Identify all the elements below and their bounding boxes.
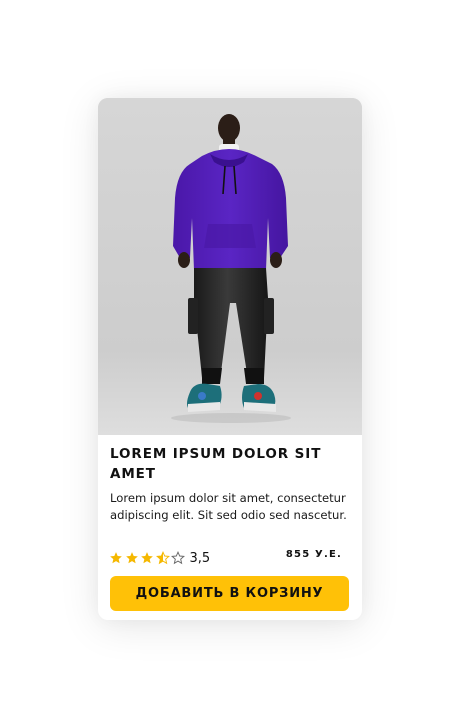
add-to-cart-button[interactable]: ДОБАВИТЬ В КОРЗИНУ [110,576,349,611]
star-half-icon [155,551,170,565]
star-full-icon [110,552,122,564]
product-description: Lorem ipsum dolor sit amet, consectetur … [110,491,347,522]
star-full-icon [141,552,153,564]
product-price: 855 У.Е. [285,549,342,560]
product-card: LOREM IPSUM DOLOR SIT AMET Lorem ipsum d… [98,98,362,620]
product-image[interactable] [98,98,362,435]
star-full-icon [125,552,138,564]
rating-value: 3,5 [189,550,211,566]
product-rating: 3,5 [109,550,210,566]
star-empty-icon [171,551,185,565]
product-title: LOREM IPSUM DOLOR SIT AMET [110,446,322,482]
